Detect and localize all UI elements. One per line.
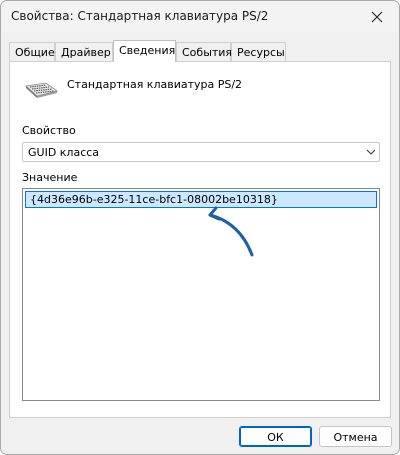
keyboard-icon (25, 82, 58, 98)
annotation-arrow-icon (208, 206, 254, 257)
tab-driver[interactable]: Драйвер (55, 42, 113, 61)
chevron-down-icon (366, 149, 376, 155)
tab-strip: Общие Драйвер Сведения События Ресурсы (9, 40, 391, 62)
device-name: Стандартная клавиатура PS/2 (67, 78, 243, 91)
close-icon (371, 11, 383, 22)
value-label: Значение (22, 171, 78, 184)
tab-details[interactable]: Сведения (113, 40, 176, 62)
property-select-value: GUID класса (28, 146, 100, 159)
property-label: Свойство (22, 124, 76, 137)
title-bar: Свойства: Стандартная клавиатура PS/2 (1, 1, 399, 32)
tab-resources[interactable]: Ресурсы (231, 42, 286, 61)
properties-dialog: Свойства: Стандартная клавиатура PS/2 Об… (0, 0, 400, 455)
close-button[interactable] (355, 1, 399, 32)
tab-events[interactable]: События (176, 42, 232, 61)
tab-general[interactable]: Общие (9, 42, 55, 61)
window-title: Свойства: Стандартная клавиатура PS/2 (11, 9, 269, 23)
ok-button[interactable]: ОК (239, 426, 312, 447)
cancel-button[interactable]: Отмена (319, 426, 392, 447)
property-select[interactable]: GUID класса (22, 142, 380, 162)
